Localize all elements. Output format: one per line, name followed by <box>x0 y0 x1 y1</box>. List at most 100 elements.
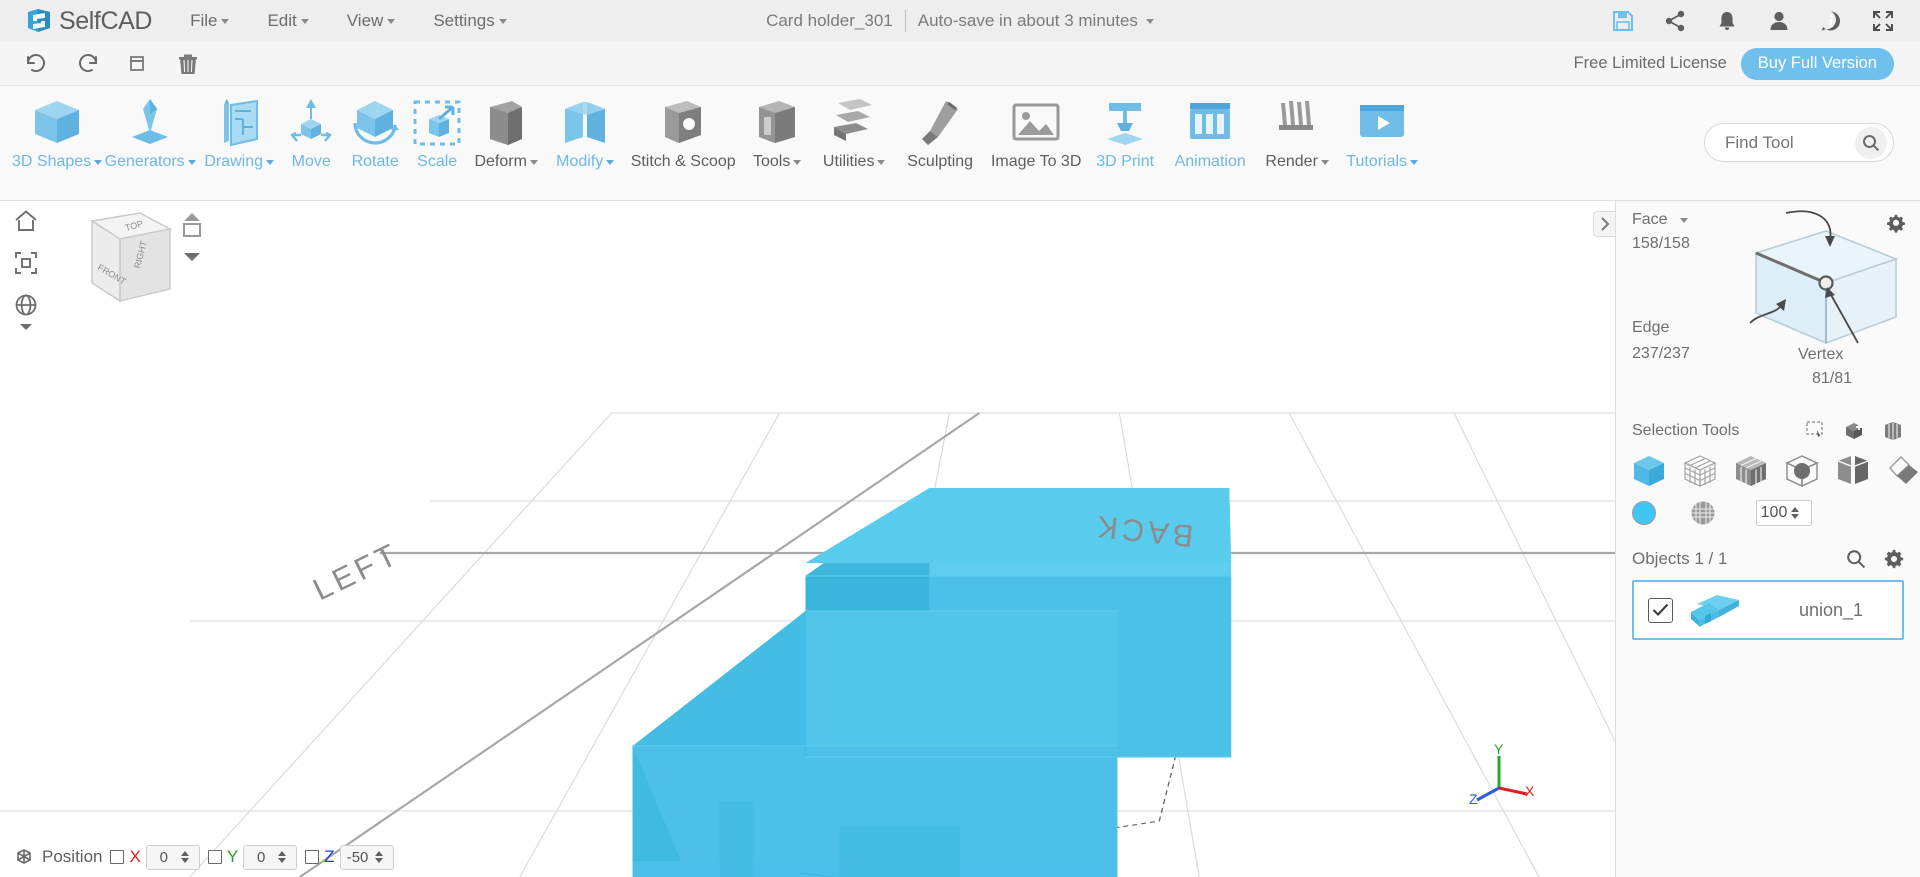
home-icon[interactable] <box>14 209 38 233</box>
tool-3d-print[interactable]: 3D Print <box>1088 86 1162 171</box>
tool-stitch-scoop[interactable]: Stitch & Scoop <box>624 86 742 171</box>
bell-icon[interactable] <box>1716 10 1738 32</box>
project-title[interactable]: Card holder_301 <box>766 11 893 31</box>
split-cube-icon[interactable] <box>1836 454 1870 488</box>
app-logo[interactable]: SelfCAD <box>24 6 152 36</box>
position-z-input[interactable] <box>340 848 375 866</box>
tool-label: Rotate <box>351 153 399 170</box>
tool-label: Tutorials <box>1346 153 1419 171</box>
autosave-status[interactable]: Auto-save in about 3 minutes <box>918 11 1154 31</box>
tool-image-to-3d[interactable]: Image To 3D <box>984 86 1088 171</box>
position-x-field[interactable] <box>145 844 200 870</box>
cube-icon <box>29 95 85 151</box>
render-icon <box>1269 95 1325 151</box>
position-x-input[interactable] <box>146 848 181 866</box>
tool-modify[interactable]: Modify <box>546 86 624 171</box>
trash-icon[interactable] <box>178 53 198 75</box>
wireframe-cube-icon[interactable] <box>1683 454 1717 488</box>
user-icon[interactable] <box>1768 10 1790 32</box>
unfold-icon[interactable] <box>1887 454 1920 488</box>
tool-3d-shapes[interactable]: 3D Shapes <box>12 86 103 171</box>
menu-settings[interactable]: Settings <box>433 11 507 31</box>
color-swatch[interactable] <box>1632 501 1656 525</box>
stepper-down-icon <box>180 858 189 863</box>
position-y-checkbox[interactable] <box>207 850 222 864</box>
view-cube[interactable]: TOP FRONT RIGHT <box>62 209 188 334</box>
fit-to-screen-icon[interactable] <box>14 251 38 275</box>
view-cube-nav[interactable] <box>178 211 206 268</box>
menu-view[interactable]: View <box>347 11 396 31</box>
modify-icon <box>557 95 613 151</box>
opacity-stepper[interactable] <box>1756 500 1812 526</box>
tool-render[interactable]: Render <box>1258 86 1336 171</box>
tool-scale[interactable]: Scale <box>408 86 466 171</box>
menu-settings-label: Settings <box>433 11 495 30</box>
fullscreen-icon[interactable] <box>1872 10 1894 32</box>
utilities-icon <box>826 95 882 151</box>
undo-icon[interactable] <box>24 53 48 74</box>
opacity-stepper-arrows[interactable] <box>1791 507 1803 519</box>
tool-label: Image To 3D <box>990 153 1082 170</box>
globe-dropdown-icon[interactable] <box>14 323 38 331</box>
animation-icon <box>1182 95 1238 151</box>
rect-select-icon[interactable] <box>1806 421 1828 441</box>
box-select-icon[interactable] <box>1882 421 1904 441</box>
tools-icon <box>749 95 805 151</box>
find-tool-box[interactable] <box>1704 123 1894 162</box>
position-x-stepper[interactable] <box>180 851 193 863</box>
tool-label: Modify <box>556 153 615 171</box>
panel-collapse-toggle[interactable] <box>1593 211 1615 237</box>
globe-icon[interactable] <box>14 293 38 317</box>
info-icon[interactable] <box>1820 10 1842 32</box>
tool-sculpting[interactable]: Sculpting <box>896 86 984 171</box>
texture-sphere-icon[interactable] <box>1690 500 1716 526</box>
tool-animation[interactable]: Animation <box>1162 86 1258 171</box>
autosave-label: Auto-save in about 3 minutes <box>917 11 1138 30</box>
position-x-group: X <box>110 844 200 870</box>
tool-tutorials[interactable]: Tutorials <box>1336 86 1428 171</box>
tool-deform[interactable]: Deform <box>466 86 546 171</box>
position-y-input[interactable] <box>244 848 279 866</box>
tool-move[interactable]: Move <box>280 86 342 171</box>
position-y-stepper[interactable] <box>278 851 290 863</box>
tool-deform-label: Deform <box>474 153 527 170</box>
share-icon[interactable] <box>1664 10 1686 32</box>
find-tool-input[interactable] <box>1725 132 1845 153</box>
position-y-field[interactable] <box>243 844 298 870</box>
rotate-icon <box>347 95 403 151</box>
edge-label[interactable]: Edge <box>1632 319 1669 337</box>
menu-file[interactable]: File <box>190 11 230 31</box>
selection-mode-dropdown[interactable]: Face <box>1632 211 1688 229</box>
gear-icon[interactable] <box>1884 549 1904 569</box>
position-z-field[interactable] <box>339 844 394 870</box>
tool-label: Render <box>1265 153 1329 171</box>
copy-icon[interactable] <box>128 53 150 75</box>
subdivided-cube-icon[interactable] <box>1734 454 1768 488</box>
object-name: union_1 <box>1799 599 1864 620</box>
position-z-checkbox[interactable] <box>305 850 320 864</box>
sphere-in-cube-icon[interactable] <box>1785 454 1819 488</box>
search-icon[interactable] <box>1855 126 1887 159</box>
chevron-down-icon <box>498 18 507 24</box>
redo-icon[interactable] <box>76 53 100 74</box>
object-visibility-checkbox[interactable] <box>1648 597 1673 623</box>
position-z-stepper[interactable] <box>374 851 387 863</box>
menu-edit[interactable]: Edit <box>267 11 309 31</box>
pivot-icon[interactable] <box>14 847 34 867</box>
add-select-icon[interactable] <box>1844 421 1866 441</box>
buy-full-version-button[interactable]: Buy Full Version <box>1740 47 1894 80</box>
tool-utilities[interactable]: Utilities <box>812 86 896 171</box>
solid-cube-icon[interactable] <box>1632 454 1666 488</box>
edge-count: 237/237 <box>1632 345 1690 362</box>
3d-viewport[interactable]: LEFT BACK TOP FRONT RIGHT Y X Z Position… <box>0 201 1616 877</box>
search-icon[interactable] <box>1846 549 1866 569</box>
object-list-item-union-1[interactable]: union_1 <box>1632 580 1904 640</box>
tool-drawing[interactable]: Drawing <box>198 86 280 171</box>
opacity-input[interactable] <box>1757 504 1791 522</box>
tool-rotate[interactable]: Rotate <box>342 86 408 171</box>
save-icon[interactable] <box>1612 10 1634 32</box>
position-x-checkbox[interactable] <box>110 850 125 864</box>
tool-tools[interactable]: Tools <box>742 86 812 171</box>
tool-generators[interactable]: Generators <box>102 86 198 171</box>
position-bar: Position X Y <box>0 837 394 877</box>
